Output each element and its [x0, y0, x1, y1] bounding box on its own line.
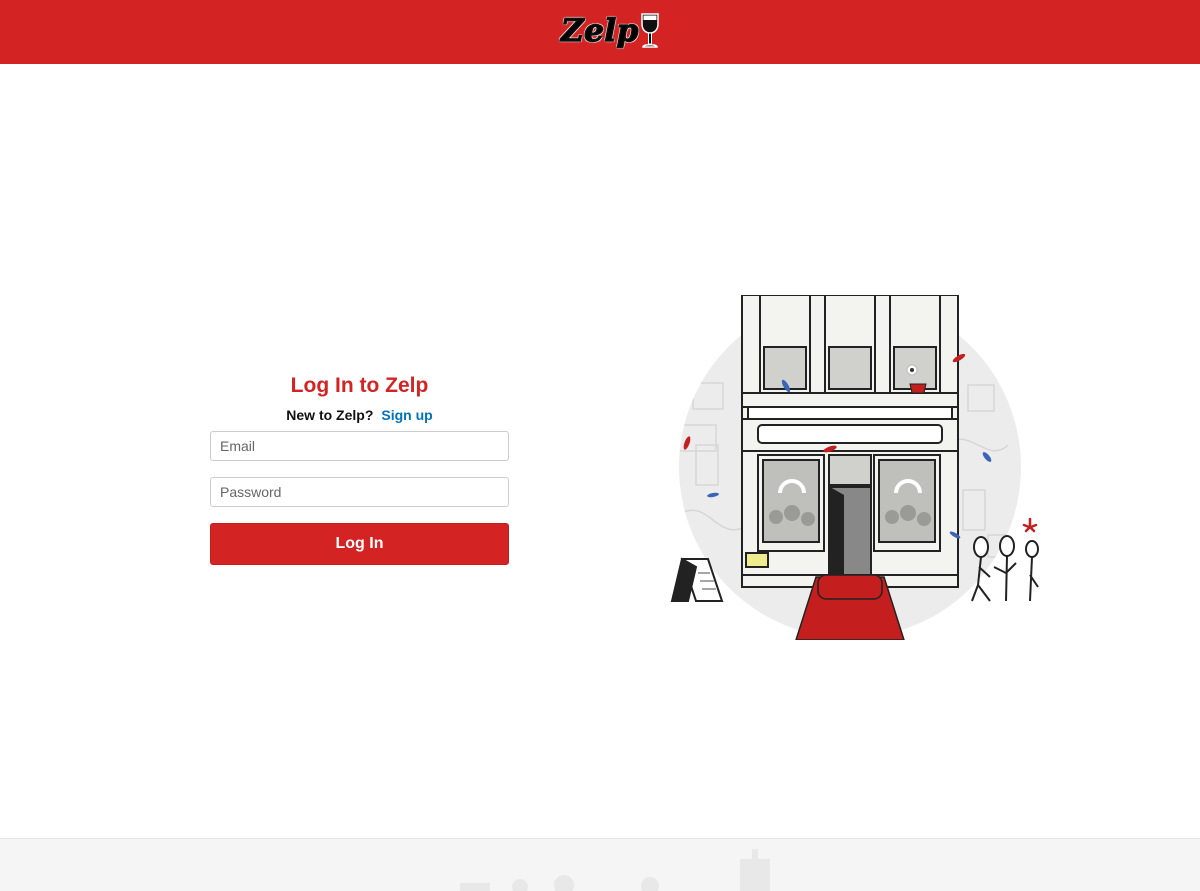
page-footer — [0, 838, 1200, 891]
zelp-logo[interactable]: Zelp — [560, 8, 660, 54]
logo-text: Zelp — [560, 12, 639, 49]
city-skyline-icon — [460, 849, 770, 891]
top-header: Zelp — [0, 0, 1200, 64]
email-field[interactable] — [210, 431, 509, 461]
password-field[interactable] — [210, 477, 509, 507]
signup-prompt: New to Zelp? Sign up — [210, 406, 509, 424]
login-form: Log In to Zelp New to Zelp? Sign up Log I… — [210, 372, 509, 565]
login-button[interactable]: Log In — [210, 523, 509, 565]
wine-glass-icon — [641, 13, 659, 48]
new-user-text: New to Zelp? — [286, 407, 374, 423]
storefront-illustration — [668, 294, 1044, 641]
page-title: Log In to Zelp — [290, 374, 429, 397]
signup-link[interactable]: Sign up — [381, 407, 432, 423]
